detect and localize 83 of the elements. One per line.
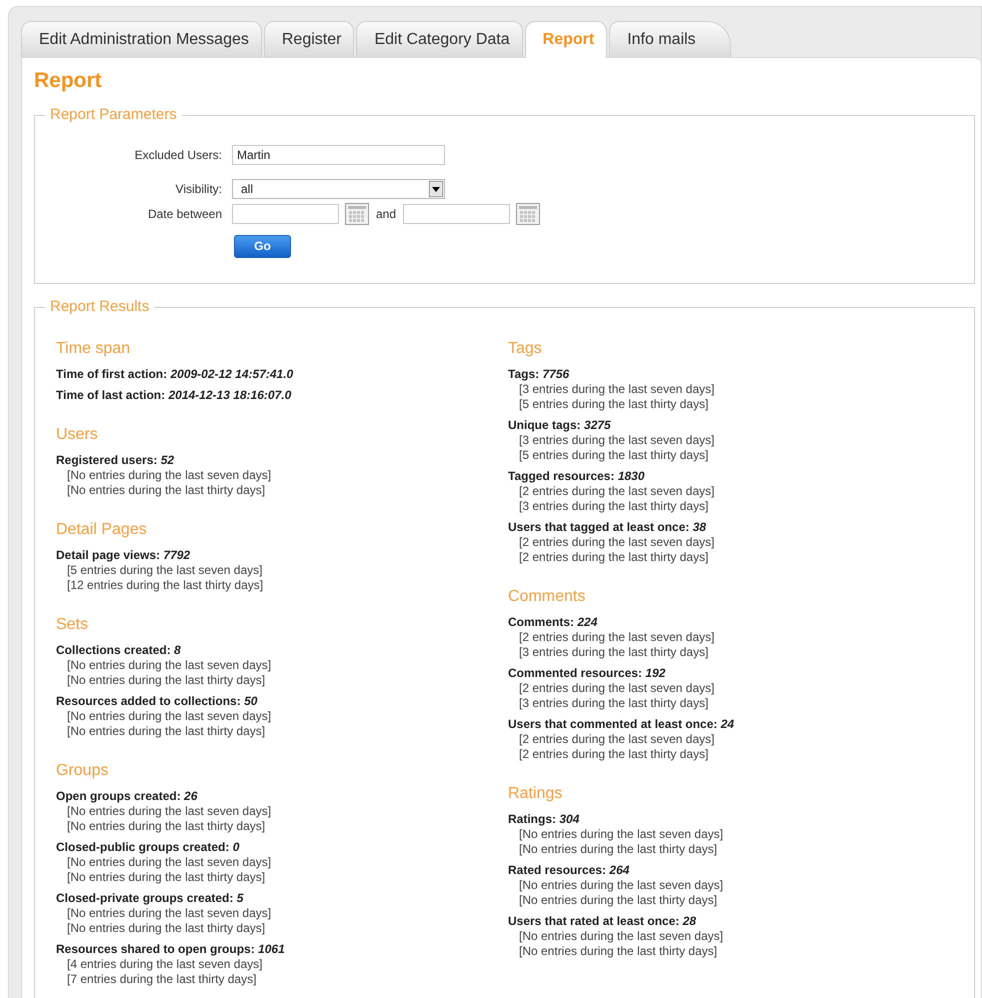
stat-detail: [No entries during the last seven days] bbox=[66, 658, 272, 672]
section-heading: Users bbox=[56, 424, 99, 444]
stat-detail: [No entries during the last seven days] bbox=[518, 878, 724, 892]
stat-detail: [7 entries during the last thirty days] bbox=[66, 972, 258, 986]
stat-label: Rated resources: 264 bbox=[508, 862, 630, 878]
stat-detail: [No entries during the last thirty days] bbox=[66, 920, 266, 936]
tab[interactable]: Edit Administration Messages bbox=[21, 21, 262, 57]
stat-detail: [No entries during the last thirty days] bbox=[66, 818, 266, 834]
stat-detail: [No entries during the last thirty days] bbox=[66, 672, 266, 688]
stat-detail: [No entries during the last thirty days] bbox=[66, 482, 266, 498]
field-label: Date between bbox=[146, 206, 222, 222]
stat-detail: [No entries during the last seven days] bbox=[518, 928, 724, 944]
tab[interactable]: Edit Category Data bbox=[356, 21, 523, 57]
field-label: Visibility: bbox=[174, 180, 222, 198]
stat-detail: [2 entries during the last seven days] bbox=[518, 680, 716, 696]
stat-detail: [3 entries during the last thirty days] bbox=[518, 498, 710, 514]
stat-label: Registered users: 52 bbox=[56, 452, 176, 468]
stat-detail: [2 entries during the last thirty days] bbox=[518, 746, 710, 762]
stat-detail: [No entries during the last thirty days] bbox=[66, 724, 266, 738]
start-date-field[interactable] bbox=[232, 204, 339, 224]
tab[interactable]: Info mails bbox=[609, 21, 731, 57]
stat-detail: [No entries during the last thirty days] bbox=[66, 870, 266, 884]
stat-detail: [4 entries during the last seven days] bbox=[66, 956, 264, 972]
stat-label: Open groups created: 26 bbox=[56, 788, 198, 804]
stat-label: Resources added to collections: 50 bbox=[56, 692, 258, 708]
and-label: and bbox=[376, 206, 396, 222]
stat-detail: [5 entries during the last seven days] bbox=[66, 562, 264, 578]
stat-detail: [2 entries during the last seven days] bbox=[518, 732, 716, 746]
stat-detail: [12 entries during the last thirty days] bbox=[66, 578, 264, 592]
stat-detail: [No entries during the last thirty days] bbox=[518, 842, 718, 856]
end-date-field[interactable] bbox=[403, 204, 510, 224]
stat-detail: [No entries during the last seven days] bbox=[66, 708, 272, 724]
stat-label: Detail page views: 7792 bbox=[56, 546, 192, 562]
stat-detail: [2 entries during the last thirty days] bbox=[518, 550, 710, 564]
stat-detail: [No entries during the last thirty days] bbox=[518, 892, 718, 908]
stat-label: Tagged resources: 1830 bbox=[508, 468, 646, 484]
stat-detail: [No entries during the last seven days] bbox=[66, 854, 272, 870]
stat-label: Unique tags: 3275 bbox=[508, 416, 612, 432]
dropdown-arrow-icon[interactable] bbox=[429, 180, 443, 196]
stat-detail: [No entries during the last seven days] bbox=[66, 468, 272, 482]
fieldset-legend: Report Parameters bbox=[45, 104, 182, 126]
stat-detail: [No entries during the last seven days] bbox=[66, 906, 272, 920]
stat-label: Time of last action: 2014-12-13 18:16:07.0 bbox=[56, 386, 292, 402]
stat-detail: [2 entries during the last seven days] bbox=[518, 534, 716, 550]
go-button[interactable]: Go bbox=[234, 234, 291, 258]
stat-detail: [No entries during the last seven days] bbox=[66, 804, 272, 818]
stat-detail: [3 entries during the last seven days] bbox=[518, 382, 716, 396]
stat-detail: [5 entries during the last thirty days] bbox=[518, 396, 710, 412]
tab[interactable]: Register bbox=[264, 21, 354, 57]
stat-detail: [No entries during the last seven days] bbox=[518, 826, 724, 842]
stat-label: Comments: 224 bbox=[508, 614, 598, 630]
stat-label: Time of first action: 2009-02-12 14:57:41.0 bbox=[56, 366, 294, 382]
section-heading: Tags bbox=[508, 338, 543, 358]
visibility-select[interactable]: all bbox=[232, 178, 445, 198]
page-title: Report bbox=[34, 68, 103, 94]
section-heading: Time span bbox=[56, 338, 132, 358]
stat-label: Users that tagged at least once: 38 bbox=[508, 518, 708, 534]
stat-label: Closed-private groups created: 5 bbox=[56, 890, 244, 906]
stat-detail: [3 entries during the last seven days] bbox=[518, 432, 716, 448]
section-heading: Groups bbox=[56, 760, 110, 780]
stat-label: Collections created: 8 bbox=[56, 642, 182, 658]
stat-detail: [3 entries during the last thirty days] bbox=[518, 644, 710, 660]
section-heading: Comments bbox=[508, 586, 586, 606]
stat-label: Tags: 7756 bbox=[508, 366, 570, 382]
fieldset-legend: Report Results bbox=[45, 296, 154, 318]
section-heading: Ratings bbox=[508, 784, 564, 804]
stat-label: Ratings: 304 bbox=[508, 810, 580, 826]
excluded-users-field[interactable]: Martin bbox=[232, 144, 445, 164]
field-label: Excluded Users: bbox=[134, 146, 222, 164]
section-heading: Sets bbox=[56, 614, 90, 634]
stat-detail: [2 entries during the last seven days] bbox=[518, 630, 716, 644]
stat-label: Closed-public groups created: 0 bbox=[56, 838, 240, 854]
stat-label: Commented resources: 192 bbox=[508, 664, 666, 680]
stat-label: Resources shared to open groups: 1061 bbox=[56, 940, 286, 956]
stat-detail: [No entries during the last thirty days] bbox=[518, 944, 718, 958]
section-heading: Detail Pages bbox=[56, 520, 148, 540]
calendar-icon[interactable] bbox=[516, 202, 540, 224]
stat-detail: [3 entries during the last thirty days] bbox=[518, 696, 710, 710]
stat-label: Users that commented at least once: 24 bbox=[508, 716, 736, 732]
stat-detail: [2 entries during the last seven days] bbox=[518, 484, 716, 498]
calendar-icon[interactable] bbox=[345, 202, 369, 224]
stat-label: Users that rated at least once: 28 bbox=[508, 912, 698, 928]
stat-detail: [5 entries during the last thirty days] bbox=[518, 448, 710, 462]
